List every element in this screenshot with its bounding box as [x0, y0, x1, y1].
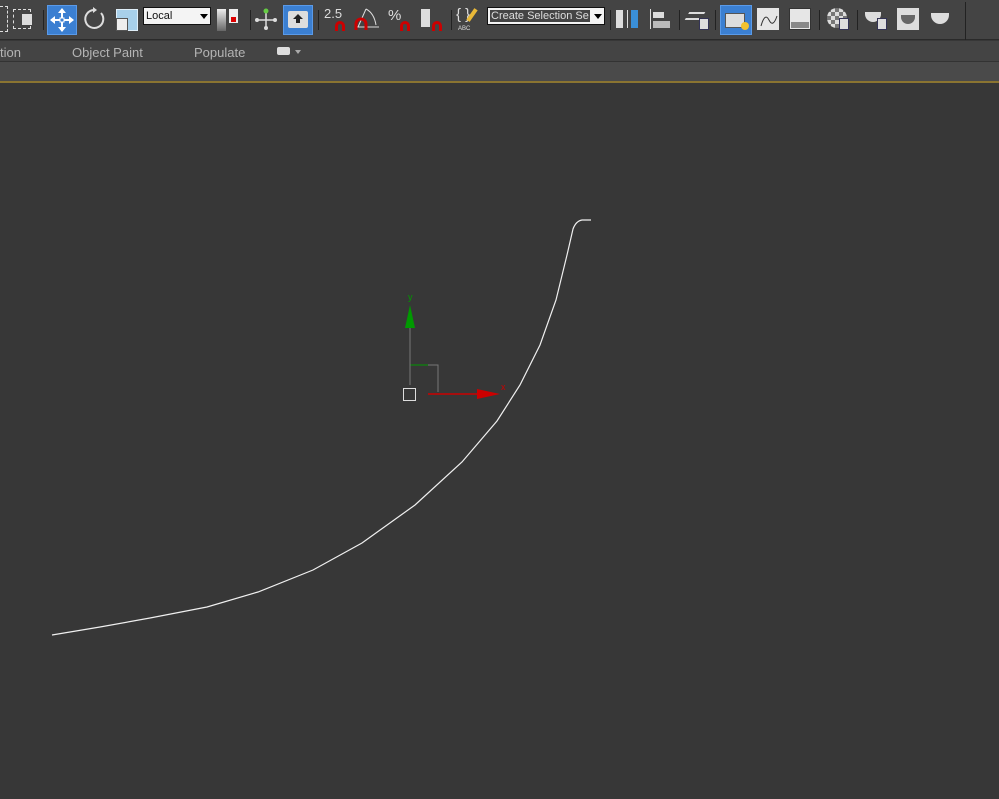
- keyboard-shortcut-override-icon[interactable]: [283, 5, 313, 35]
- manipulate-icon[interactable]: [253, 6, 279, 32]
- transform-gizmo: y x: [403, 292, 506, 401]
- ribbon-tabs: tion Object Paint Populate: [0, 41, 999, 62]
- chevron-down-icon[interactable]: [295, 50, 301, 54]
- spinner-snap-icon[interactable]: [418, 6, 444, 32]
- align-icon[interactable]: [649, 6, 675, 32]
- select-move-icon[interactable]: [47, 5, 77, 35]
- pivot-box: [403, 388, 416, 401]
- tab-object-paint[interactable]: Object Paint: [72, 45, 143, 60]
- main-toolbar: Local 2.5 % { } ABC Create Selection Se: [0, 0, 999, 40]
- pivot-center-icon[interactable]: [216, 6, 242, 32]
- reference-coord-dropdown[interactable]: Local: [143, 7, 211, 25]
- material-editor-icon[interactable]: [825, 6, 851, 32]
- select-rotate-icon[interactable]: [81, 6, 107, 32]
- spline-curve: [51, 219, 591, 636]
- layer-explorer-icon[interactable]: [684, 6, 711, 32]
- xy-plane-handle: [410, 364, 439, 392]
- reference-coord-value: Local: [146, 10, 173, 22]
- chevron-down-icon: [594, 14, 602, 19]
- rendered-frame-window-icon[interactable]: [895, 6, 921, 32]
- window-crossing-icon[interactable]: [12, 6, 34, 32]
- edit-named-selection-icon[interactable]: { } ABC: [456, 6, 482, 32]
- tab-populate[interactable]: Populate: [194, 45, 245, 60]
- angle-snap-icon[interactable]: [354, 6, 380, 32]
- scene-explorer-icon[interactable]: [720, 5, 752, 35]
- x-axis-label: x: [501, 382, 506, 392]
- named-selection-dropdown[interactable]: Create Selection Se: [487, 7, 605, 25]
- ribbon-panel: [0, 62, 999, 81]
- named-selection-value: Create Selection Se: [490, 10, 590, 22]
- select-region-icon[interactable]: [0, 6, 8, 32]
- schematic-view-icon[interactable]: [787, 6, 813, 32]
- ribbon-options-icon[interactable]: [277, 47, 290, 55]
- render-setup-icon[interactable]: [863, 6, 889, 32]
- snap-value: 2.5: [324, 6, 343, 21]
- percent-symbol: %: [388, 7, 402, 24]
- select-scale-icon[interactable]: [114, 6, 140, 32]
- render-production-icon[interactable]: [928, 6, 954, 32]
- chevron-down-icon: [200, 14, 208, 19]
- percent-snap-icon[interactable]: %: [386, 6, 412, 32]
- abc-label: ABC: [458, 26, 471, 32]
- tab-selection[interactable]: tion: [0, 45, 21, 60]
- viewport[interactable]: y x: [0, 83, 999, 794]
- y-axis-arrow: [405, 305, 415, 328]
- y-axis-label: y: [408, 292, 413, 302]
- snaps-toggle-icon[interactable]: 2.5: [322, 6, 348, 32]
- curve-editor-icon[interactable]: [755, 6, 781, 32]
- x-axis-arrow: [477, 389, 500, 399]
- mirror-icon[interactable]: [615, 6, 641, 32]
